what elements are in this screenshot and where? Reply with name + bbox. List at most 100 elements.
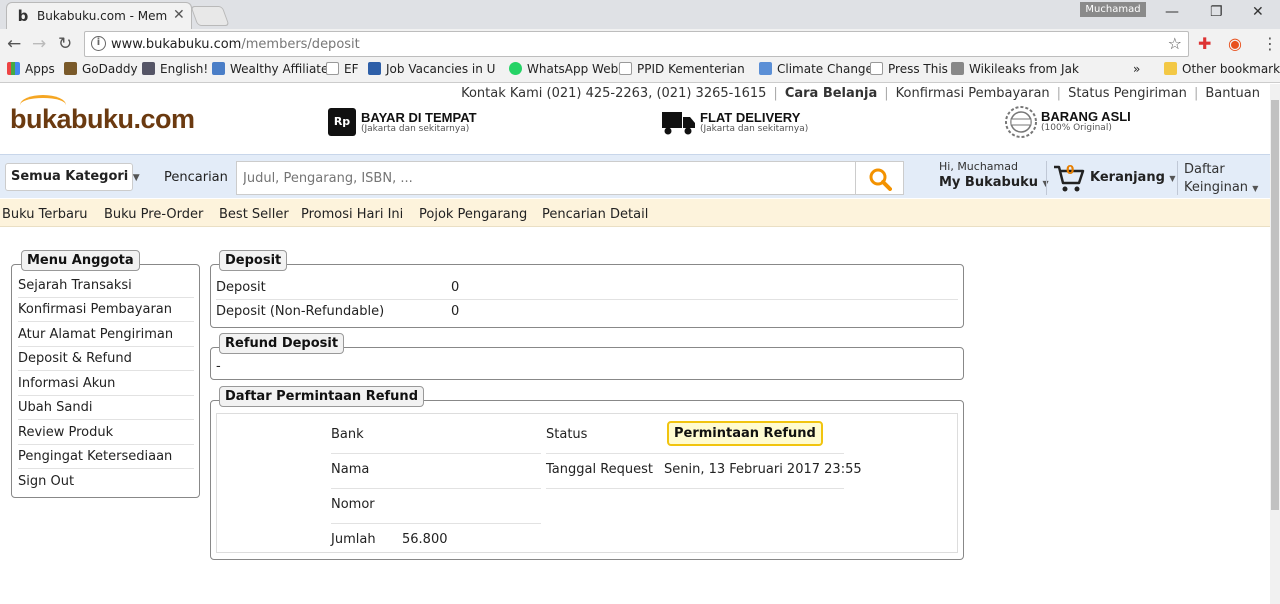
- search-icon: [869, 168, 892, 191]
- close-window-icon[interactable]: ✕: [1252, 4, 1264, 20]
- refund-deposit-value: -: [216, 359, 221, 374]
- caret-down-icon: ▼: [1252, 184, 1259, 193]
- menu-konfirmasi-pembayaran[interactable]: Konfirmasi Pembayaran: [18, 298, 194, 322]
- menu-atur-alamat-pengiriman[interactable]: Atur Alamat Pengiriman: [18, 323, 194, 347]
- deposit-nonrefundable-label: Deposit (Non-Refundable): [216, 304, 385, 319]
- cart-count: 0: [1066, 163, 1075, 177]
- menu-sign-out[interactable]: Sign Out: [18, 470, 194, 494]
- status-label: Status: [546, 427, 588, 442]
- search-label: Pencarian: [164, 170, 228, 185]
- minimize-icon[interactable]: —: [1165, 4, 1179, 20]
- menu-pengingat-ketersediaan[interactable]: Pengingat Ketersediaan: [18, 445, 194, 469]
- status-pengiriman-link[interactable]: Status Pengiriman: [1068, 86, 1187, 101]
- nav-buku-terbaru[interactable]: Buku Terbaru: [2, 207, 88, 222]
- wealthy-affiliate-icon: [212, 62, 225, 75]
- extension-flame-icon[interactable]: ◉: [1228, 34, 1242, 53]
- my-bukabuku-dropdown[interactable]: My Bukabuku ▼: [939, 175, 1049, 190]
- wikileaks-icon: [951, 62, 964, 75]
- whatsapp-icon: [509, 62, 522, 75]
- restore-icon[interactable]: ❐: [1210, 4, 1223, 20]
- deposit-value: 0: [451, 280, 460, 295]
- jumlah-label: Jumlah: [331, 532, 376, 547]
- nav-best-seller[interactable]: Best Seller: [219, 207, 289, 222]
- bookmark-press-this[interactable]: Press This: [870, 62, 948, 76]
- truck-icon: [662, 112, 695, 135]
- konfirmasi-pembayaran-link[interactable]: Konfirmasi Pembayaran: [896, 86, 1050, 101]
- refund-deposit-title: Refund Deposit: [219, 333, 345, 354]
- top-links: Kontak Kami (021) 425-2263, (021) 3265-1…: [461, 86, 1260, 101]
- bookmark-whatsapp-web[interactable]: WhatsApp Web: [509, 62, 618, 76]
- bank-label: Bank: [331, 427, 364, 442]
- bookmarks-overflow-chevron-icon[interactable]: »: [1133, 62, 1140, 76]
- back-arrow-icon[interactable]: ←: [7, 34, 21, 54]
- tanggal-request-label: Tanggal Request: [546, 462, 654, 477]
- close-tab-icon[interactable]: ✕: [173, 7, 185, 23]
- menu-sejarah-transaksi[interactable]: Sejarah Transaksi: [18, 274, 194, 298]
- bookmark-job-vacancies[interactable]: Job Vacancies in United: [368, 62, 496, 76]
- folder-icon: [1164, 62, 1177, 75]
- caret-down-icon: ▼: [1169, 174, 1176, 183]
- wishlist-dropdown[interactable]: Daftar Keinginan ▼: [1184, 161, 1258, 198]
- deposit-panel: Deposit 0 Deposit (Non-Refundable) 0: [210, 264, 964, 328]
- wallet-rp-icon: Rp: [328, 108, 356, 136]
- tab-strip: b Bukabuku.com - Members ✕ Muchamad — ❐ …: [0, 0, 1280, 29]
- nav-pojok-pengarang[interactable]: Pojok Pengarang: [419, 207, 527, 222]
- deposit-title: Deposit: [219, 250, 288, 271]
- page-icon: [326, 62, 339, 75]
- bookmark-ppid[interactable]: PPID Kementerian Kesehatan: [619, 62, 745, 76]
- bookmark-apps[interactable]: Apps: [7, 62, 55, 76]
- refund-request-card: Bank Nama Nomor Jumlah 56.800 Status Per…: [216, 413, 958, 553]
- menu-review-produk[interactable]: Review Produk: [18, 421, 194, 445]
- member-menu: Sejarah Transaksi Konfirmasi Pembayaran …: [11, 264, 200, 498]
- user-greeting: Hi, Muchamad: [939, 160, 1018, 173]
- profile-badge[interactable]: Muchamad: [1080, 2, 1146, 17]
- nomor-label: Nomor: [331, 497, 375, 512]
- nama-label: Nama: [331, 462, 370, 477]
- reload-icon[interactable]: ↻: [58, 34, 72, 54]
- menu-kebab-icon[interactable]: ⋮: [1262, 34, 1278, 53]
- contact-link[interactable]: Kontak Kami (021) 425-2263, (021) 3265-1…: [461, 86, 766, 101]
- info-icon[interactable]: i: [91, 36, 106, 51]
- bookmark-other[interactable]: Other bookmarks: [1164, 62, 1280, 76]
- member-menu-title: Menu Anggota: [21, 250, 140, 271]
- category-dropdown[interactable]: Semua Kategori ▼: [5, 163, 140, 191]
- site-logo[interactable]: bukabuku.com: [10, 104, 195, 135]
- deposit-nonrefundable-value: 0: [451, 304, 460, 319]
- nav-promosi-hari-ini[interactable]: Promosi Hari Ini: [301, 207, 403, 222]
- bookmark-ef[interactable]: EF: [326, 62, 358, 76]
- english-icon: [142, 62, 155, 75]
- star-icon[interactable]: ☆: [1168, 34, 1182, 53]
- nav-pencarian-detail[interactable]: Pencarian Detail: [542, 207, 648, 222]
- jumlah-value: 56.800: [402, 532, 448, 547]
- menu-ubah-sandi[interactable]: Ubah Sandi: [18, 396, 194, 420]
- bookmark-wikileaks[interactable]: Wikileaks from Jakarta: [951, 62, 1079, 76]
- bookmark-english[interactable]: English!: [142, 62, 208, 76]
- search-input[interactable]: [236, 161, 856, 195]
- tanggal-request-value: Senin, 13 Februari 2017 23:55: [664, 462, 862, 477]
- menu-deposit-refund[interactable]: Deposit & Refund: [18, 347, 194, 371]
- bookmark-climate-change[interactable]: Climate Change: [759, 62, 873, 76]
- bookmark-wealthy-affiliate[interactable]: Wealthy Affiliate: [212, 62, 328, 76]
- deposit-label: Deposit: [216, 280, 266, 295]
- tab-title: Bukabuku.com - Members: [37, 9, 167, 23]
- search-button[interactable]: [856, 161, 904, 195]
- bookmark-godaddy[interactable]: GoDaddy: [64, 62, 138, 76]
- bantuan-link[interactable]: Bantuan: [1205, 86, 1260, 101]
- extension-cross-icon[interactable]: ✚: [1198, 34, 1211, 53]
- bookmarks-bar: Apps GoDaddy English! Wealthy Affiliate …: [0, 59, 1280, 82]
- nav-buku-pre-order[interactable]: Buku Pre-Order: [104, 207, 203, 222]
- new-tab-button[interactable]: [190, 6, 230, 26]
- search-bar: Semua Kategori ▼ Pencarian Hi, Muchamad …: [0, 154, 1270, 198]
- tab-active[interactable]: b Bukabuku.com - Members ✕: [6, 2, 192, 29]
- caret-down-icon: ▼: [132, 173, 140, 183]
- cara-belanja-link[interactable]: Cara Belanja: [785, 86, 877, 101]
- category-nav: Buku Terbaru Buku Pre-Order Best Seller …: [0, 199, 1270, 227]
- forward-arrow-icon[interactable]: →: [32, 34, 46, 54]
- address-bar[interactable]: i www.bukabuku.com/members/deposit ☆: [84, 31, 1189, 57]
- menu-informasi-akun[interactable]: Informasi Akun: [18, 372, 194, 396]
- url-text[interactable]: www.bukabuku.com/members/deposit: [111, 37, 360, 52]
- page-scrollbar-thumb[interactable]: [1271, 100, 1279, 510]
- job-vacancies-icon: [368, 62, 381, 75]
- keranjang-dropdown[interactable]: Keranjang ▼: [1090, 170, 1176, 185]
- godaddy-icon: [64, 62, 77, 75]
